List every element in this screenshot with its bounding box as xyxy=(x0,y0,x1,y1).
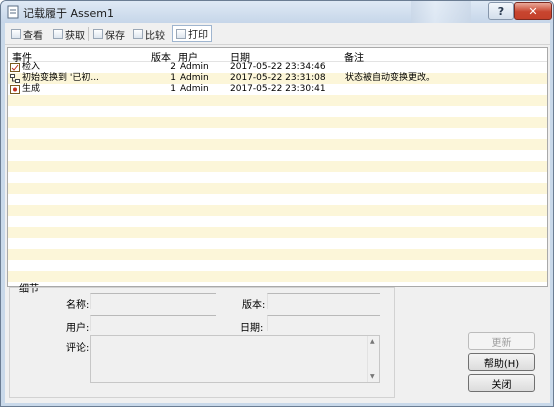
title-bar[interactable]: 记载履于 Assem1 ? ✕ xyxy=(1,1,553,23)
view-button[interactable]: 查看 xyxy=(11,26,43,42)
scroll-up-icon[interactable]: ▲ xyxy=(370,338,375,345)
list-stripe xyxy=(8,172,547,183)
history-dialog-window: 记载履于 Assem1 ? ✕ 查看 获取 保存 比较 打印 事件 版本 用户 … xyxy=(0,0,554,407)
dialog-client-area: 查看 获取 保存 比较 打印 事件 版本 用户 日期 备注 检入 2 Admin… xyxy=(5,23,550,403)
print-label: 打印 xyxy=(188,30,208,41)
date-label: 日期: xyxy=(240,323,264,334)
table-row[interactable]: 检入 2 Admin 2017-05-22 23:34:46 xyxy=(8,62,547,73)
cell-version: 1 xyxy=(170,84,176,94)
list-stripe xyxy=(8,117,547,128)
cell-version: 1 xyxy=(170,73,176,83)
list-stripe xyxy=(8,194,547,205)
refresh-button[interactable]: 更新 xyxy=(468,332,535,350)
cell-user: Admin xyxy=(180,73,209,83)
save-icon xyxy=(93,29,103,39)
blurred-region xyxy=(411,1,471,23)
list-stripe xyxy=(8,95,547,106)
cell-user: Admin xyxy=(180,62,209,72)
help-icon: ? xyxy=(497,4,505,18)
list-stripe xyxy=(8,216,547,227)
print-button[interactable]: 打印 xyxy=(172,25,212,42)
create-icon xyxy=(10,85,20,94)
list-stripe xyxy=(8,271,547,282)
compare-label: 比较 xyxy=(145,30,165,42)
window-title: 记载履于 Assem1 xyxy=(23,7,114,20)
comment-label: 评论: xyxy=(66,343,90,354)
close-icon: ✕ xyxy=(528,4,538,18)
fetch-button[interactable]: 获取 xyxy=(53,26,85,42)
list-stripe xyxy=(8,183,547,194)
close-button[interactable]: 关闭 xyxy=(468,374,535,392)
list-stripe xyxy=(8,161,547,172)
document-icon xyxy=(7,5,19,19)
save-label: 保存 xyxy=(105,30,125,42)
help-button[interactable]: 帮助(H) xyxy=(468,353,535,371)
print-icon xyxy=(176,28,186,39)
view-label: 查看 xyxy=(23,30,43,42)
help-title-button[interactable]: ? xyxy=(488,2,514,20)
list-stripe xyxy=(8,128,547,139)
compare-button[interactable]: 比较 xyxy=(133,26,165,42)
compare-icon xyxy=(133,29,143,39)
view-icon xyxy=(11,29,21,39)
scroll-down-icon[interactable]: ▼ xyxy=(370,373,375,380)
cell-date: 2017-05-22 23:34:46 xyxy=(230,62,326,72)
table-row[interactable]: 生成 1 Admin 2017-05-22 23:30:41 xyxy=(8,84,547,95)
list-stripe xyxy=(8,227,547,238)
comment-scrollbar[interactable]: ▲ ▼ xyxy=(367,336,379,382)
user-label: 用户: xyxy=(66,323,90,334)
list-stripe xyxy=(8,249,547,260)
fetch-icon xyxy=(53,29,63,39)
checkin-icon xyxy=(10,63,20,72)
version-label: 版本: xyxy=(242,300,266,311)
list-stripe xyxy=(8,150,547,161)
list-stripe xyxy=(8,260,547,271)
cell-date: 2017-05-22 23:31:08 xyxy=(230,73,326,83)
list-stripe xyxy=(8,139,547,150)
toolbar: 查看 获取 保存 比较 打印 xyxy=(5,23,550,45)
version-field xyxy=(267,293,380,309)
table-row[interactable]: 初始变换到 '已初... 1 Admin 2017-05-22 23:31:08 状态被… xyxy=(8,73,547,84)
list-stripe xyxy=(8,205,547,216)
state-transition-icon xyxy=(10,74,20,83)
date-field xyxy=(267,315,380,331)
list-header: 事件 版本 用户 日期 备注 xyxy=(8,48,547,64)
history-list[interactable]: 事件 版本 用户 日期 备注 检入 2 Admin 2017-05-22 23:34:… xyxy=(7,47,548,287)
comment-textarea[interactable]: ▲ ▼ xyxy=(90,335,380,383)
list-stripe xyxy=(8,238,547,249)
fetch-label: 获取 xyxy=(65,30,85,42)
cell-note: 状态被自动变换更改。 xyxy=(345,73,436,83)
cell-user: Admin xyxy=(180,84,209,94)
cell-event: 初始变换到 '已初... xyxy=(22,73,99,83)
cell-version: 2 xyxy=(170,62,176,72)
cell-date: 2017-05-22 23:30:41 xyxy=(230,84,326,94)
name-field xyxy=(90,293,216,309)
close-window-button[interactable]: ✕ xyxy=(514,2,552,20)
list-stripe xyxy=(8,106,547,117)
cell-event: 生成 xyxy=(22,84,41,94)
cell-event: 检入 xyxy=(22,62,41,72)
save-button[interactable]: 保存 xyxy=(93,26,125,42)
toolbar-separator xyxy=(88,27,89,41)
user-field xyxy=(90,315,216,331)
name-label: 名称: xyxy=(66,300,90,311)
